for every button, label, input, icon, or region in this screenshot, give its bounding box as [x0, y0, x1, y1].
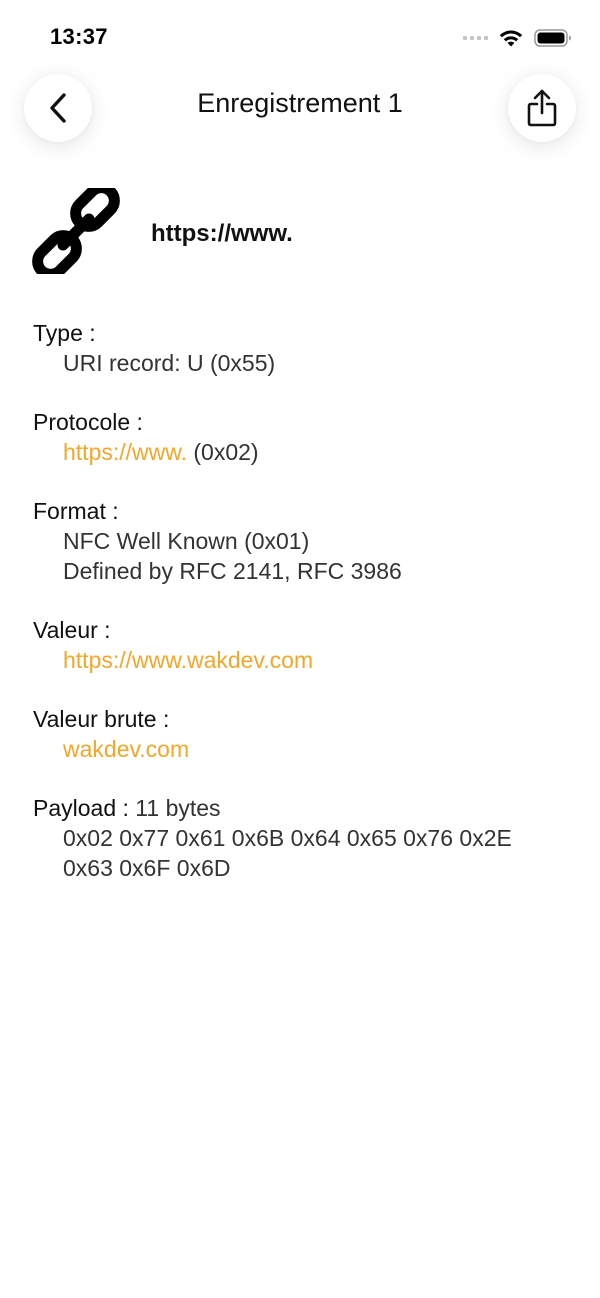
- protocol-link[interactable]: https://www.: [63, 439, 187, 465]
- field-value: URI record: U (0x55): [63, 350, 276, 376]
- status-bar: 13:37: [0, 0, 600, 70]
- field-value: https://www. (0x02): [33, 437, 573, 467]
- value-link[interactable]: https://www.wakdev.com: [33, 645, 573, 675]
- page-title: Enregistrement 1: [197, 88, 403, 118]
- share-button[interactable]: [508, 74, 576, 142]
- raw-value-link[interactable]: wakdev.com: [33, 734, 573, 764]
- share-icon: [527, 89, 557, 127]
- field-label: Payload : 11 bytes: [33, 793, 573, 823]
- field-type: Type : URI record: U (0x55): [33, 318, 573, 378]
- field-label: Protocole :: [33, 409, 143, 435]
- field-raw-value: Valeur brute : wakdev.com: [33, 704, 573, 764]
- record-summary: https://www.: [151, 220, 293, 247]
- payload-bytes: 0x02 0x77 0x61 0x6B 0x64 0x65 0x76 0x2E: [63, 825, 512, 851]
- navigation-bar: Enregistrement 1: [0, 70, 600, 150]
- chevron-left-icon: [50, 93, 66, 123]
- back-button[interactable]: [24, 74, 92, 142]
- record-header: https://www.: [30, 188, 570, 278]
- field-value: NFC Well Known (0x01): [63, 528, 310, 554]
- payload-size: 11 bytes: [128, 795, 221, 821]
- status-indicators: [463, 26, 572, 50]
- payload-bytes: 0x63 0x6F 0x6D: [63, 855, 231, 881]
- field-value: Valeur : https://www.wakdev.com: [33, 615, 573, 675]
- protocol-code: (0x02): [186, 439, 259, 465]
- field-payload: Payload : 11 bytes 0x02 0x77 0x61 0x6B 0…: [33, 793, 573, 883]
- field-label: Valeur :: [33, 617, 111, 643]
- field-label: Format :: [33, 498, 119, 524]
- field-protocol: Protocole : https://www. (0x02): [33, 407, 573, 467]
- battery-icon: [534, 29, 571, 47]
- status-time: 13:37: [50, 24, 108, 49]
- cellular-signal-icon: [463, 36, 488, 40]
- field-label: Type :: [33, 320, 96, 346]
- record-details: Type : URI record: U (0x55) Protocole : …: [33, 318, 573, 912]
- link-icon: [32, 188, 120, 274]
- field-value: Defined by RFC 2141, RFC 3986: [63, 558, 402, 584]
- field-format: Format : NFC Well Known (0x01) Defined b…: [33, 496, 573, 586]
- field-label: Valeur brute :: [33, 706, 170, 732]
- wifi-icon: [499, 30, 523, 47]
- payload-label: Payload :: [33, 795, 129, 821]
